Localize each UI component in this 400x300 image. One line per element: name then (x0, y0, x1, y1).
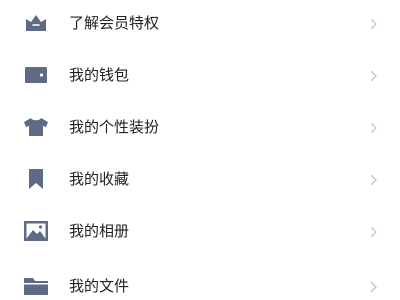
chevron-right-icon (368, 172, 378, 186)
menu-item-label: 我的收藏 (69, 170, 130, 188)
chevron-right-icon (368, 279, 378, 293)
menu-item-files[interactable]: 我的文件 (0, 260, 400, 300)
crown-icon (22, 9, 50, 37)
menu-item-label: 我的相册 (69, 222, 130, 240)
chevron-right-icon (368, 68, 378, 82)
chevron-right-icon (368, 120, 378, 134)
menu-item-label: 我的文件 (69, 277, 130, 295)
menu-item-label: 我的个性装扮 (69, 118, 160, 136)
shirt-icon (22, 113, 50, 141)
menu-item-label: 了解会员特权 (69, 14, 160, 32)
menu-item-album[interactable]: 我的相册 (0, 205, 400, 257)
menu-item-personalization[interactable]: 我的个性装扮 (0, 101, 400, 153)
chevron-right-icon (368, 224, 378, 238)
folder-icon (22, 272, 50, 300)
menu-item-favorites[interactable]: 我的收藏 (0, 153, 400, 205)
menu-item-label: 我的钱包 (69, 66, 130, 84)
image-icon (22, 217, 50, 245)
settings-menu: 了解会员特权 我的钱包 我的个性装扮 我的收藏 我的相册 我的文件 (0, 0, 400, 300)
chevron-right-icon (368, 16, 378, 30)
bookmark-icon (22, 165, 50, 193)
menu-item-wallet[interactable]: 我的钱包 (0, 49, 400, 101)
menu-item-vip-privileges[interactable]: 了解会员特权 (0, 0, 400, 49)
wallet-icon (22, 61, 50, 89)
